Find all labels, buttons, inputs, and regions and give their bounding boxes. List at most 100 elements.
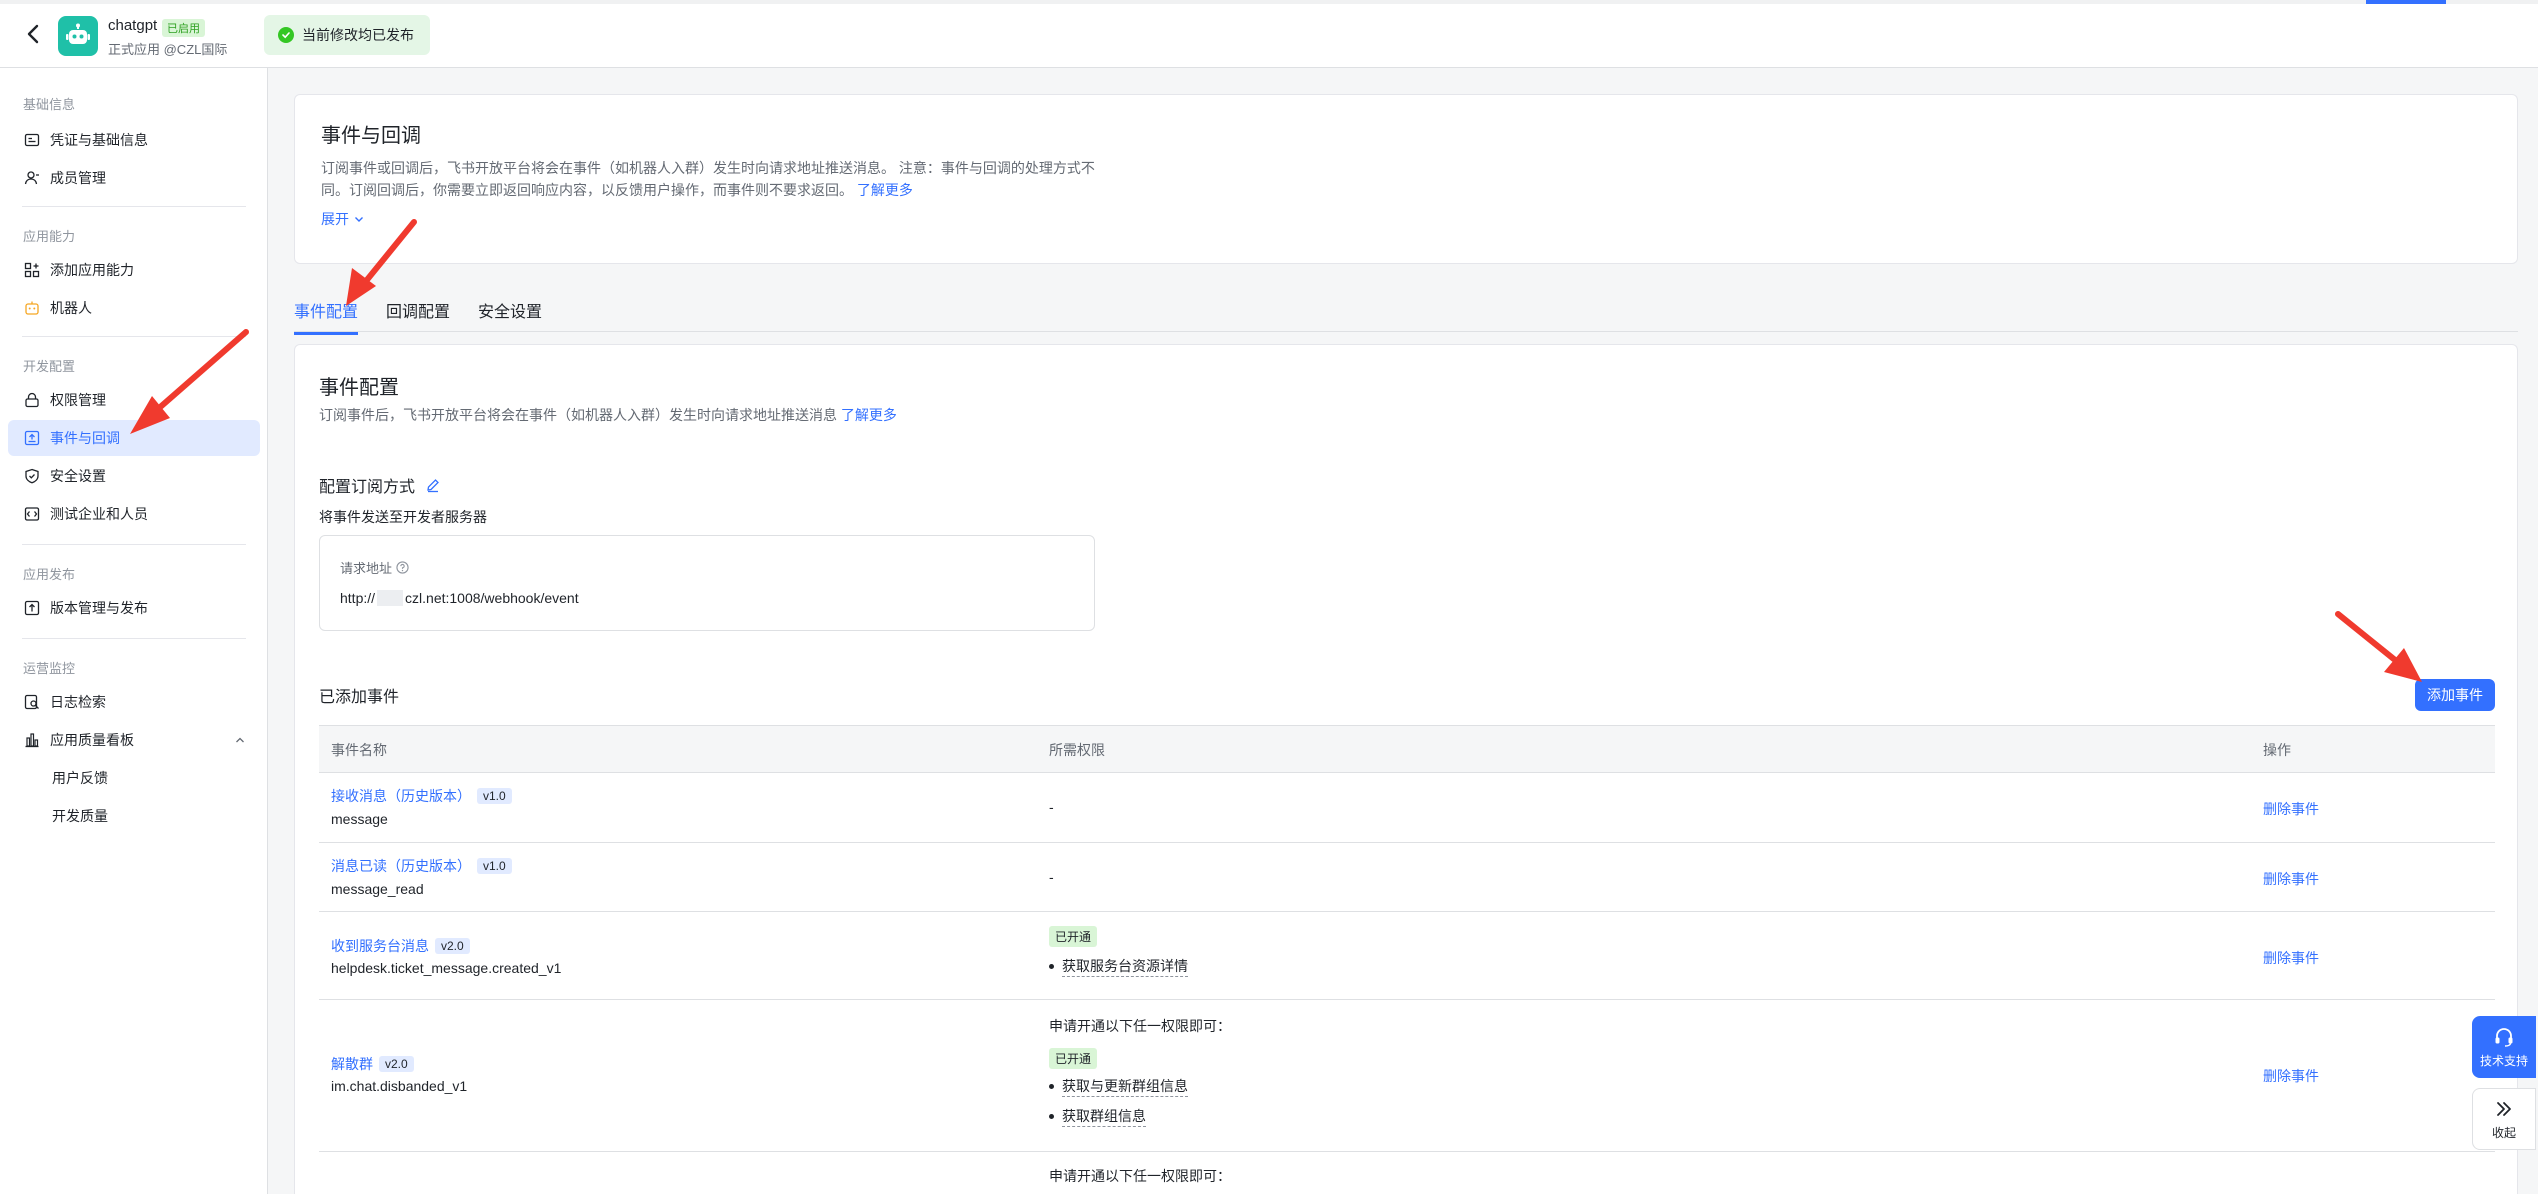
sidebar-item-label: 添加应用能力 [50, 262, 134, 278]
tab-security-settings[interactable]: 安全设置 [478, 298, 542, 332]
sidebar-item-release[interactable]: 版本管理与发布 [8, 590, 260, 626]
event-config-card: 事件配置 订阅事件后，飞书开放平台将会在事件（如机器人入群）发生时向请求地址推送… [294, 344, 2518, 1194]
event-permission: - [1049, 869, 1054, 885]
permission-hint: 申请开通以下任一权限即可： [1049, 1018, 1231, 1034]
sidebar-item-add-capability[interactable]: 添加应用能力 [8, 252, 260, 288]
table-row: 收到服务台消息 v2.0 helpdesk.ticket_message.cre… [319, 912, 2495, 1000]
delete-event-link[interactable]: 删除事件 [2263, 869, 2319, 889]
sidebar-divider [22, 544, 246, 545]
log-search-icon [24, 694, 40, 710]
robot-icon [24, 300, 40, 316]
back-button[interactable] [22, 22, 46, 46]
sidebar-item-label: 用户反馈 [52, 770, 108, 786]
add-event-button[interactable]: 添加事件 [2415, 679, 2495, 711]
event-name-link[interactable]: 接收消息（历史版本） v1.0 [331, 786, 512, 806]
sidebar-item-label: 应用质量看板 [50, 732, 134, 748]
delete-event-link[interactable]: 删除事件 [2263, 948, 2319, 968]
add-capability-icon [24, 262, 40, 278]
column-header-actions: 操作 [2263, 742, 2291, 758]
bullet [1049, 1084, 1054, 1089]
sidebar-item-events[interactable]: 事件与回调 [8, 420, 260, 456]
sidebar-item-permissions[interactable]: 权限管理 [8, 382, 260, 418]
shield-icon [24, 468, 40, 484]
table-row: 申请开通以下任一权限即可： [319, 1152, 2495, 1194]
event-name-link[interactable]: 解散群 v2.0 [331, 1054, 414, 1074]
test-icon [24, 506, 40, 522]
permission-item[interactable]: 获取服务台资源详情 [1049, 956, 1188, 977]
permission-item-text: 获取与更新群组信息 [1062, 1076, 1188, 1097]
permission-item[interactable]: 获取与更新群组信息 [1049, 1076, 1188, 1097]
intro-description: 订阅事件或回调后，飞书开放平台将会在事件（如机器人入群）发生时向请求地址推送消息… [321, 157, 1111, 201]
chevron-up-icon [234, 733, 246, 749]
tab-callback-config[interactable]: 回调配置 [386, 298, 450, 332]
tech-support-label: 技术支持 [2479, 1053, 2528, 1068]
event-version-badge: v2.0 [379, 1056, 414, 1072]
permission-hint: 申请开通以下任一权限即可： [1049, 1168, 1231, 1184]
bullet [1049, 1114, 1054, 1119]
sidebar-item-members[interactable]: 成员管理 [8, 160, 260, 196]
chevron-down-icon [355, 217, 363, 222]
sidebar-divider [22, 206, 246, 207]
app-header: chatgpt 已启用 正式应用 @CZL国际 当前修改均已发布 [0, 0, 2538, 68]
sidebar-group-ops: 运营监控 [23, 661, 76, 676]
event-key: helpdesk.ticket_message.created_v1 [331, 960, 562, 976]
sidebar-item-label: 机器人 [50, 300, 92, 316]
section-learn-more-link[interactable]: 了解更多 [841, 407, 897, 423]
sidebar-item-security[interactable]: 安全设置 [8, 458, 260, 494]
double-chevron-right-icon [2497, 1101, 2511, 1116]
credential-icon [24, 132, 40, 148]
subscribe-method-title: 配置订阅方式 [319, 473, 441, 497]
expand-toggle[interactable]: 展开 [321, 209, 365, 229]
delete-event-link[interactable]: 删除事件 [2263, 799, 2319, 819]
bullet [1049, 964, 1054, 969]
sidebar-item-quality-board[interactable]: 应用质量看板 [8, 722, 260, 758]
sidebar-item-label: 权限管理 [50, 392, 106, 408]
sidebar-item-label: 成员管理 [50, 170, 106, 186]
app-status-badge: 已启用 [162, 19, 205, 37]
event-name-link[interactable]: 收到服务台消息 v2.0 [331, 936, 470, 956]
sidebar-group-dev: 开发配置 [23, 359, 76, 374]
permission-status-badge: 已开通 [1049, 1048, 1098, 1069]
sidebar-item-label: 版本管理与发布 [50, 600, 148, 616]
event-name-link[interactable]: 消息已读（历史版本） v1.0 [331, 856, 512, 876]
sidebar-item-robot[interactable]: 机器人 [8, 290, 260, 326]
check-circle-icon [278, 27, 294, 43]
section-description: 订阅事件后，飞书开放平台将会在事件（如机器人入群）发生时向请求地址推送消息 了解… [319, 405, 897, 425]
request-url-label-text: 请求地址 [340, 561, 393, 576]
url-suffix: czl.net:1008/webhook/event [405, 590, 579, 606]
permission-item[interactable]: 获取群组信息 [1049, 1106, 1146, 1127]
added-events-title: 已添加事件 [319, 689, 400, 706]
intro-description-text: 订阅事件或回调后，飞书开放平台将会在事件（如机器人入群）发生时向请求地址推送消息… [321, 160, 1095, 198]
intro-learn-more-link[interactable]: 了解更多 [857, 182, 913, 198]
sidebar-item-credentials[interactable]: 凭证与基础信息 [8, 122, 260, 158]
event-name-text: 接收消息（历史版本） [331, 788, 471, 804]
sidebar-divider [22, 638, 246, 639]
header-top-accent [2366, 0, 2446, 4]
sidebar-item-dev-quality[interactable]: 开发质量 [8, 798, 260, 834]
column-header-event-name: 事件名称 [331, 742, 387, 758]
tab-event-config[interactable]: 事件配置 [294, 298, 359, 335]
sidebar-item-label: 测试企业和人员 [50, 506, 148, 522]
sidebar-item-label: 安全设置 [50, 468, 106, 484]
section-description-text: 订阅事件后，飞书开放平台将会在事件（如机器人入群）发生时向请求地址推送消息 [319, 407, 837, 423]
table-row: 解散群 v2.0 im.chat.disbanded_v1 申请开通以下任一权限… [319, 1000, 2495, 1152]
event-name-text: 消息已读（历史版本） [331, 858, 471, 874]
sidebar-item-log-search[interactable]: 日志检索 [8, 684, 260, 720]
sidebar-group-basic: 基础信息 [23, 97, 76, 112]
event-version-badge: v2.0 [435, 938, 470, 954]
sidebar-item-test-orgs[interactable]: 测试企业和人员 [8, 496, 260, 532]
event-name-text: 收到服务台消息 [331, 938, 429, 954]
event-key: im.chat.disbanded_v1 [331, 1078, 468, 1094]
permission-status-badge: 已开通 [1049, 926, 1098, 947]
edit-icon[interactable] [425, 477, 441, 493]
delete-event-link[interactable]: 删除事件 [2263, 1066, 2319, 1086]
sidebar-group-capability: 应用能力 [23, 229, 76, 244]
permission-item-text: 获取群组信息 [1062, 1106, 1146, 1127]
help-circle-icon[interactable] [396, 561, 409, 574]
publish-status: 当前修改均已发布 [264, 15, 430, 55]
expand-label: 展开 [321, 211, 349, 227]
sidebar-item-user-feedback[interactable]: 用户反馈 [8, 760, 260, 796]
event-icon [24, 430, 40, 446]
tech-support-button[interactable]: 技术支持 [2472, 1016, 2536, 1078]
collapse-button[interactable]: 收起 [2472, 1088, 2536, 1150]
